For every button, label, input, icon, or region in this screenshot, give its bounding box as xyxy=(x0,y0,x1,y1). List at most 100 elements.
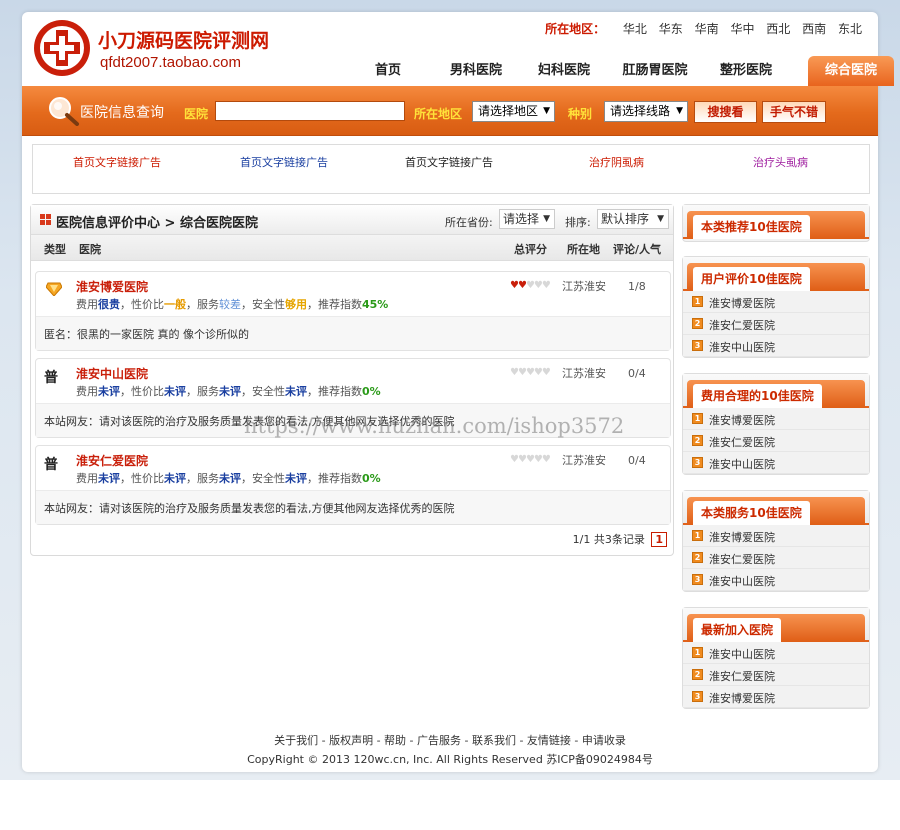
sidebar-item-label: 淮安博爱医院 xyxy=(709,692,775,705)
sidebar-title: 费用合理的10佳医院 xyxy=(693,384,822,408)
diamond-badge-icon xyxy=(46,282,62,296)
type-select-value: 请选择线路 xyxy=(610,104,671,118)
sidebar-item-label: 淮安仁爱医院 xyxy=(709,670,775,683)
sidebar-title: 本类推荐10佳医院 xyxy=(693,215,810,239)
comment-count[interactable]: 0/4 xyxy=(628,367,646,380)
hospital-stats: 费用很贵，性价比一般，服务较差，安全性够用，推荐指数45% xyxy=(76,298,389,311)
sidebar-item[interactable]: 2 淮安仁爱医院 xyxy=(683,664,869,686)
comment-count[interactable]: 1/8 xyxy=(628,280,646,293)
area-select[interactable]: 请选择地区 ▼ xyxy=(472,101,555,122)
sidebar-item-label: 淮安中山医院 xyxy=(709,575,775,588)
province-select[interactable]: 请选择 ▼ xyxy=(499,209,555,229)
sidebar-item[interactable]: 2 淮安仁爱医院 xyxy=(683,547,869,569)
ad-link-4[interactable]: 治疗阴虱病 xyxy=(589,154,644,170)
heart-empty-icon: ♥ xyxy=(541,280,551,291)
footer-links[interactable]: 关于我们 - 版权声明 - 帮助 - 广告服务 - 联系我们 - 友情链接 - … xyxy=(22,732,878,748)
region-label: 所在地区： xyxy=(545,22,606,36)
heart-empty-icon: ♥ xyxy=(541,367,551,378)
sort-label: 排序: xyxy=(565,216,591,229)
sidebar-box-user-rating: 用户评价10佳医院 1 淮安博爱医院 2 淮安仁爱医院 3 淮安中山医院 xyxy=(682,256,870,358)
sidebar-item[interactable]: 3 淮安中山医院 xyxy=(683,452,869,474)
search-title: 医院信息查询 xyxy=(80,105,164,121)
pagination: 1/1 共3条记录 1 xyxy=(573,531,667,547)
sidebar-item[interactable]: 1 淮安博爱医院 xyxy=(683,525,869,547)
hospital-name-link[interactable]: 淮安中山医院 xyxy=(76,365,148,382)
sidebar-box-newest: 最新加入医院 1 淮安中山医院 2 淮安仁爱医院 3 淮安博爱医院 xyxy=(682,607,870,709)
pager-summary: 1/1 共3条记录 xyxy=(572,533,645,546)
ad-link-5[interactable]: 治疗头虱病 xyxy=(753,154,808,170)
nav-tab-plastic[interactable]: 整形医院 xyxy=(702,56,790,86)
normal-badge: 普 xyxy=(44,370,58,386)
nav-tab-anorectal[interactable]: 肛肠胃医院 xyxy=(608,56,702,86)
sidebar-item-label: 淮安中山医院 xyxy=(709,648,775,661)
rank-1-icon: 1 xyxy=(692,530,703,541)
main-nav: 首页 男科医院 妇科医院 肛肠胃医院 整形医院 综合医院 xyxy=(344,56,894,86)
hospital-search-input[interactable] xyxy=(215,101,405,121)
sidebar-title: 最新加入医院 xyxy=(693,618,782,642)
sidebar-item-label: 淮安博爱医院 xyxy=(709,531,775,544)
region-link-xibei[interactable]: 西北 xyxy=(766,22,790,36)
hospital-list-panel: 医院信息评价中心 > 综合医院医院 所在省份: 请选择 ▼ 排序: 默认排序 ▼ 类… xyxy=(30,204,674,556)
sort-select[interactable]: 默认排序 ▼ xyxy=(597,209,669,229)
region-link-huanan[interactable]: 华南 xyxy=(695,22,719,36)
rank-2-icon: 2 xyxy=(692,318,703,329)
red-cross-logo-icon xyxy=(34,20,90,76)
heart-empty-icon: ♥ xyxy=(533,454,543,465)
comment-count[interactable]: 0/4 xyxy=(628,454,646,467)
region-link-dongbei[interactable]: 东北 xyxy=(838,22,862,36)
nav-tab-andrology[interactable]: 男科医院 xyxy=(432,56,520,86)
nav-tab-general[interactable]: 综合医院 xyxy=(808,56,894,86)
ad-link-1[interactable]: 首页文字链接广告 xyxy=(73,154,161,170)
sidebar-item[interactable]: 2 淮安仁爱医院 xyxy=(683,430,869,452)
nav-tab-home[interactable]: 首页 xyxy=(344,56,432,86)
hospital-item: 普 淮安中山医院 费用未评，性价比未评，服务未评，安全性未评，推荐指数0% ♥♥… xyxy=(35,358,671,438)
province-label: 所在省份: xyxy=(445,216,493,229)
hospital-comment: 本站网友：请对该医院的治疗及服务质量发表您的看法,方便其他网友选择优秀的医院 xyxy=(36,403,670,437)
ad-link-3[interactable]: 首页文字链接广告 xyxy=(405,154,493,170)
sidebar-item-label: 淮安博爱医院 xyxy=(709,414,775,427)
search-button[interactable]: 搜搜看 xyxy=(694,101,757,123)
hospital-name-link[interactable]: 淮安博爱医院 xyxy=(76,278,148,295)
sidebar-title: 本类服务10佳医院 xyxy=(693,501,810,525)
col-type: 类型 xyxy=(44,243,66,256)
hospital-location: 江苏淮安 xyxy=(562,280,606,293)
sidebar-item-label: 淮安博爱医院 xyxy=(709,297,775,310)
sidebar-box-cost: 费用合理的10佳医院 1 淮安博爱医院 2 淮安仁爱医院 3 淮安中山医院 xyxy=(682,373,870,475)
col-score: 总评分 xyxy=(514,243,547,256)
rank-2-icon: 2 xyxy=(692,435,703,446)
chevron-down-icon: ▼ xyxy=(543,214,550,224)
site-title: 小刀源码医院评测网 xyxy=(98,30,270,52)
type-label: 种别 xyxy=(568,107,593,121)
region-link-xinan[interactable]: 西南 xyxy=(802,22,826,36)
sidebar-item[interactable]: 3 淮安中山医院 xyxy=(683,569,869,591)
region-link-huadong[interactable]: 华东 xyxy=(659,22,683,36)
grid-icon xyxy=(40,214,51,225)
province-select-value: 请选择 xyxy=(503,212,540,226)
sidebar-item[interactable]: 1 淮安博爱医院 xyxy=(683,291,869,313)
sidebar-item[interactable]: 2 淮安仁爱医院 xyxy=(683,313,869,335)
nav-tab-gynecology[interactable]: 妇科医院 xyxy=(520,56,608,86)
magnifier-icon xyxy=(49,97,79,126)
sidebar-box-service: 本类服务10佳医院 1 淮安博爱医院 2 淮安仁爱医院 3 淮安中山医院 xyxy=(682,490,870,592)
sidebar-item[interactable]: 3 淮安中山医院 xyxy=(683,335,869,357)
rank-2-icon: 2 xyxy=(692,669,703,680)
region-link-huazhong[interactable]: 华中 xyxy=(730,22,754,36)
rank-2-icon: 2 xyxy=(692,552,703,563)
hospital-name-link[interactable]: 淮安仁爱医院 xyxy=(76,452,148,469)
ad-link-2[interactable]: 首页文字链接广告 xyxy=(240,154,328,170)
area-label: 所在地区 xyxy=(414,107,463,121)
page-1-link[interactable]: 1 xyxy=(651,532,667,547)
site-logo[interactable]: 小刀源码医院评测网 qfdt2007.taobao.com xyxy=(30,16,280,78)
sidebar-item[interactable]: 3 淮安博爱医院 xyxy=(683,686,869,708)
hospital-item: 淮安博爱医院 费用很贵，性价比一般，服务较差，安全性够用，推荐指数45% ♥♥♥… xyxy=(35,271,671,351)
region-link-huabei[interactable]: 华北 xyxy=(623,22,647,36)
sidebar-item[interactable]: 1 淮安中山医院 xyxy=(683,642,869,664)
sidebar-item-label: 淮安仁爱医院 xyxy=(709,553,775,566)
chevron-down-icon: ▼ xyxy=(657,214,664,224)
sidebar-item[interactable]: 1 淮安博爱医院 xyxy=(683,408,869,430)
type-select[interactable]: 请选择线路 ▼ xyxy=(604,101,688,122)
lucky-button[interactable]: 手气不错 xyxy=(762,101,826,123)
heart-empty-icon: ♥ xyxy=(533,280,543,291)
heart-empty-icon: ♥ xyxy=(533,367,543,378)
col-comments: 评论/人气 xyxy=(613,243,662,256)
